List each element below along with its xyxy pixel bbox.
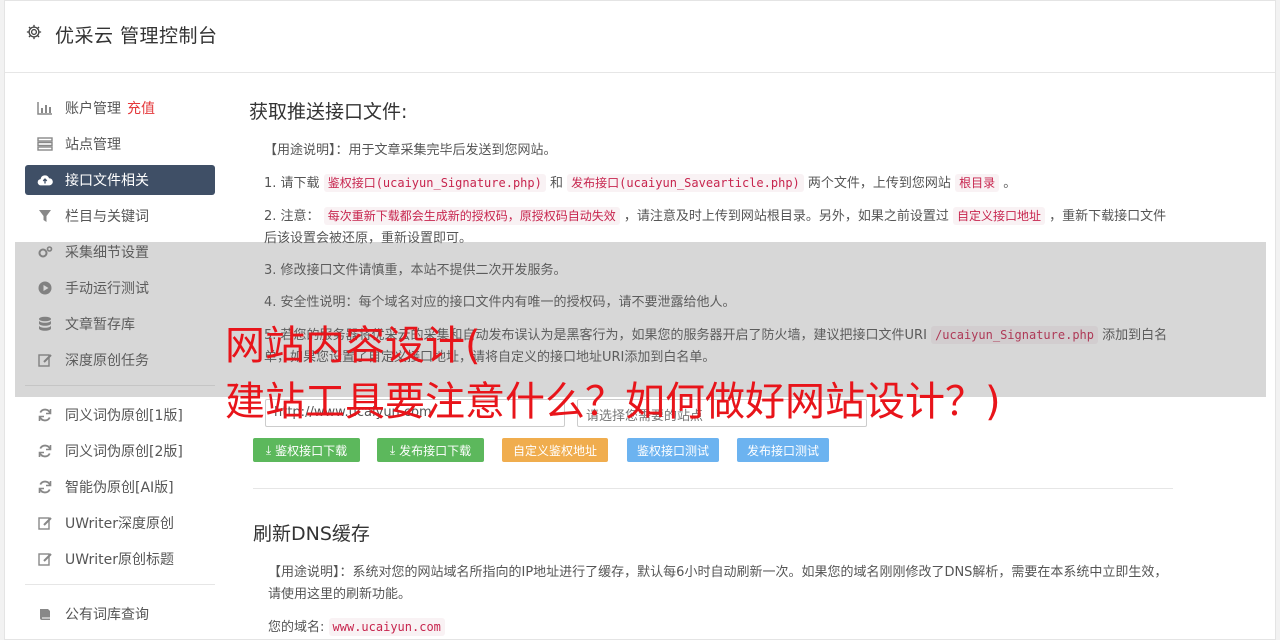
custom-endpoint-code: 自定义接口地址 <box>953 207 1046 225</box>
step-text: ，请注意及时上传到网站根目录。另外，如果之前设置过 <box>623 209 949 224</box>
download-icon: ⤓ <box>265 442 272 457</box>
root-dir-code: 根目录 <box>955 174 1000 192</box>
dns-usage-note: 【用途说明】：系统对您的网站域名所指向的IP地址进行了缓存，默认每6小时自动刷新… <box>268 565 1168 602</box>
sidebar-item-label: 公有词库查询 <box>65 607 149 623</box>
sidebar-item-label: 同义词伪原创[1版] <box>65 408 183 424</box>
download-publish-button[interactable]: ⤓ 发布接口下载 <box>377 438 484 462</box>
publish-file-code: 发布接口(ucaiyun_Savearticle.php) <box>567 174 804 192</box>
book-icon <box>37 606 53 622</box>
test-publish-button[interactable]: 发布接口测试 <box>737 438 829 462</box>
test-auth-button[interactable]: 鉴权接口测试 <box>627 438 719 462</box>
section-title-interface-files: 获取推送接口文件: <box>249 101 408 123</box>
sidebar-item-public-lexicon[interactable]: 公有词库查询 <box>25 599 215 629</box>
usage-note: 【用途说明】：用于文章采集完毕后发送到您网站。 <box>264 143 557 158</box>
step-1: 1. 请下载 鉴权接口(ucaiyun_Signature.php) 和 发布接… <box>264 172 1169 195</box>
bar-chart-icon <box>37 100 53 116</box>
custom-auth-button[interactable]: 自定义鉴权地址 <box>502 438 608 462</box>
edit-icon <box>37 515 53 531</box>
edit-icon <box>37 551 53 567</box>
sidebar-divider <box>25 584 215 585</box>
sidebar-item-label: 同义词伪原创[2版] <box>65 444 183 460</box>
auth-file-code: 鉴权接口(ucaiyun_Signature.php) <box>323 174 546 192</box>
sidebar-item-synonym-v2[interactable]: 同义词伪原创[2版] <box>25 436 215 466</box>
section-title-dns: 刷新DNS缓存 <box>253 523 370 545</box>
sidebar-item-label: 智能伪原创[AI版] <box>65 480 174 496</box>
step-text: 。 <box>1003 176 1017 191</box>
sidebar-item-label: 栏目与关键词 <box>65 209 149 225</box>
domain-value: www.ucaiyun.com <box>328 618 445 636</box>
step-text: 和 <box>550 176 564 191</box>
download-icon: ⤓ <box>389 442 396 457</box>
sidebar-item-uwriter-deep[interactable]: UWriter深度原创 <box>25 508 215 538</box>
sidebar-item-synonym-v1[interactable]: 同义词伪原创[1版] <box>25 400 215 430</box>
gear-icon <box>26 24 42 40</box>
dns-section: 刷新DNS缓存 【用途说明】：系统对您的网站域名所指向的IP地址进行了缓存，默认… <box>253 519 1173 640</box>
warning-code: 每次重新下载都会生成新的授权码，原授权码自动失效 <box>323 207 620 225</box>
overlay-caption: 网站内容设计( 建站工具要注意什么？如何做好网站设计？) <box>225 318 1001 430</box>
domain-label: 您的域名: <box>268 620 325 635</box>
filter-icon <box>37 208 53 224</box>
sidebar-item-sites[interactable]: 站点管理 <box>25 129 215 159</box>
sidebar-item-label: 账户管理 <box>65 101 121 117</box>
header: 优采云 管理控制台 <box>5 1 1275 73</box>
sidebar-item-account[interactable]: 账户管理 充值 <box>25 93 215 123</box>
overlay-line-1: 网站内容设计( <box>225 323 481 369</box>
sidebar-item-label: UWriter深度原创 <box>65 516 174 532</box>
recharge-link[interactable]: 充值 <box>127 98 155 118</box>
sidebar-item-label: UWriter原创标题 <box>65 552 174 568</box>
sidebar-item-label: 站点管理 <box>65 137 121 153</box>
sidebar-item-interface-files[interactable]: 接口文件相关 <box>25 165 215 195</box>
button-label: 发布接口下载 <box>399 443 472 458</box>
step-text: 两个文件，上传到您网站 <box>807 176 951 191</box>
button-label: 鉴权接口下载 <box>275 443 348 458</box>
step-text: 2. 注意： <box>264 209 320 224</box>
download-auth-button[interactable]: ⤓ 鉴权接口下载 <box>253 438 360 462</box>
section-divider <box>253 488 1173 489</box>
refresh-icon <box>37 479 53 495</box>
sidebar-item-uwriter-title[interactable]: UWriter原创标题 <box>25 544 215 574</box>
sidebar-item-columns-keywords[interactable]: 栏目与关键词 <box>25 201 215 231</box>
domain-row: 您的域名: www.ucaiyun.com <box>268 616 1173 639</box>
step-text: 1. 请下载 <box>264 176 320 191</box>
sidebar-item-ai-rewrite[interactable]: 智能伪原创[AI版] <box>25 472 215 502</box>
sidebar-item-label: 接口文件相关 <box>65 173 149 189</box>
cloud-upload-icon <box>37 172 53 188</box>
server-icon <box>37 136 53 152</box>
app-title: 优采云 管理控制台 <box>55 25 218 47</box>
refresh-icon <box>37 407 53 423</box>
overlay-line-2: 建站工具要注意什么？如何做好网站设计？) <box>225 379 1001 425</box>
refresh-icon <box>37 443 53 459</box>
